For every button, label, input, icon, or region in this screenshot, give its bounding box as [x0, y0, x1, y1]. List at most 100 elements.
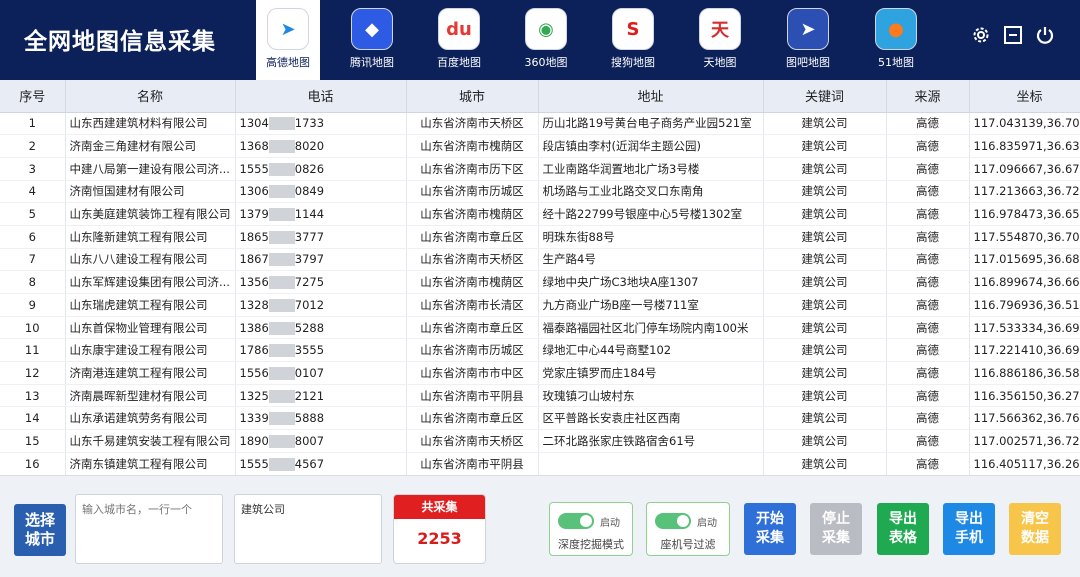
- table-body: 1 山东西建建筑材料有限公司 1304 1733 山东省济南市天桥区 历山北路19号黄台电…: [0, 112, 1080, 475]
- tab-tencent-map[interactable]: ◆ 腾讯地图: [340, 0, 404, 80]
- tab-sogou-map[interactable]: S 搜狗地图: [601, 0, 665, 80]
- table-row[interactable]: 16 济南东镇建筑工程有限公司 1555 4567 山东省济南市平阴县 建筑公司 高德 116…: [0, 452, 1080, 475]
- phone-mask: [268, 230, 295, 244]
- phone-mask: [268, 298, 295, 312]
- table-row[interactable]: 14 山东承诺建筑劳务有限公司 1339 5888 山东省济南市章丘区 区平普路长安袁庄社…: [0, 406, 1080, 431]
- table-cell: 工业南路华润置地北广场3号楼: [538, 157, 764, 181]
- table-cell: 段店镇由李村(近润华主题公园): [538, 134, 764, 158]
- table-cell: 11: [0, 338, 66, 363]
- column-header[interactable]: 来源: [886, 80, 970, 113]
- column-header[interactable]: 序号: [0, 80, 66, 113]
- phone-mask: [268, 117, 295, 131]
- minimize-icon[interactable]: [1002, 24, 1024, 46]
- table-row[interactable]: 10 山东首保物业管理有限公司 1386 5288 山东省济南市章丘区 福泰路福园社区北门…: [0, 316, 1080, 340]
- phone-prefix: 1890: [239, 433, 269, 448]
- table-cell: 九方商业广场B座一号楼711室: [538, 293, 764, 317]
- phone-cell: 1865 3777: [235, 225, 407, 249]
- tab-51-map[interactable]: ● 51地图: [864, 0, 928, 80]
- phone-suffix: 4567: [294, 456, 325, 471]
- table-cell: 山东省济南市槐荫区: [406, 202, 539, 226]
- table-row[interactable]: 4 济南恒国建材有限公司 1306 0849 山东省济南市历城区 机场路与工业北路交叉口东…: [0, 180, 1080, 204]
- tab-tianditu-map[interactable]: 天天地图: [688, 0, 752, 80]
- phone-prefix: 1306: [239, 184, 269, 199]
- deep-mining-toggle-box: 启动 深度挖掘模式: [549, 502, 633, 556]
- city-input[interactable]: [75, 494, 223, 564]
- table-cell: 高德: [886, 134, 970, 158]
- column-header[interactable]: 电话: [235, 80, 407, 113]
- column-header[interactable]: 地址: [538, 80, 764, 113]
- table-row[interactable]: 11 山东康宇建设工程有限公司 1786 3555 山东省济南市历城区 绿地汇中心44号商…: [0, 338, 1080, 363]
- window-controls: [970, 24, 1056, 46]
- table-cell: 山东省济南市槐荫区: [406, 270, 539, 294]
- power-close-icon[interactable]: [1034, 24, 1056, 46]
- phone-cell: 1890 8007: [235, 429, 407, 453]
- landline-filter-toggle-box: 启动 座机号过滤: [646, 502, 730, 556]
- table-row[interactable]: 15 山东千易建筑安装工程有限公司 1890 8007 山东省济南市天桥区 二环北路张家庄…: [0, 429, 1080, 453]
- table-cell: 6: [0, 225, 66, 249]
- tab-360-map[interactable]: ◉ 360地图: [514, 0, 578, 80]
- deep-mining-switch[interactable]: [558, 513, 594, 529]
- tab-label: 腾讯地图: [350, 56, 394, 69]
- clear-data-button[interactable]: 清空 数据: [1009, 503, 1061, 555]
- phone-suffix: 1733: [294, 116, 325, 131]
- phone-suffix: 5888: [294, 411, 325, 426]
- table-header-row: 序号 名称 电话 城市 地址 关键词 来源 坐标: [0, 80, 1080, 113]
- table-cell: 建筑公司: [763, 180, 887, 204]
- export-table-button[interactable]: 导出 表格: [877, 503, 929, 555]
- results-table-container[interactable]: 序号 名称 电话 城市 地址 关键词 来源 坐标 1 山东西建建筑材料有限公司 1304 1733 山…: [0, 80, 1080, 476]
- table-cell: 高德: [886, 452, 970, 475]
- select-city-button[interactable]: 选择 城市: [14, 504, 66, 556]
- table-cell: 高德: [886, 225, 970, 249]
- table-cell: 建筑公司: [763, 134, 887, 158]
- landline-filter-switch[interactable]: [655, 513, 691, 529]
- table-cell: 建筑公司: [763, 112, 887, 136]
- column-header[interactable]: 关键词: [763, 80, 887, 113]
- phone-mask: [268, 185, 295, 199]
- column-header[interactable]: 城市: [406, 80, 539, 113]
- table-cell: 明珠东街88号: [538, 225, 764, 249]
- table-cell: 7: [0, 248, 66, 272]
- table-cell: 山东隆新建筑工程有限公司: [65, 225, 236, 249]
- table-cell: 建筑公司: [763, 225, 887, 249]
- table-cell: 山东省济南市章丘区: [406, 225, 539, 249]
- keyword-input[interactable]: [234, 494, 382, 564]
- column-header[interactable]: 名称: [65, 80, 236, 113]
- table-cell: 玫瑰镇刁山坡村东: [538, 384, 764, 408]
- table-row[interactable]: 5 山东美庭建筑装饰工程有限公司 1379 1144 山东省济南市槐荫区 经十路22799…: [0, 202, 1080, 226]
- phone-mask: [268, 321, 295, 335]
- table-cell: 高德: [886, 384, 970, 408]
- table-cell: 山东省济南市章丘区: [406, 406, 539, 431]
- table-row[interactable]: 6 山东隆新建筑工程有限公司 1865 3777 山东省济南市章丘区 明珠东街88号 建筑公…: [0, 225, 1080, 249]
- table-row[interactable]: 3 中建八局第一建设有限公司济... 1555 0826 山东省济南市历下区 工业南路华润…: [0, 157, 1080, 181]
- table-cell: 山东康宇建设工程有限公司: [65, 338, 236, 363]
- column-header[interactable]: 坐标: [969, 80, 1080, 113]
- results-table: 序号 名称 电话 城市 地址 关键词 来源 坐标 1 山东西建建筑材料有限公司 1304 1733 山…: [0, 80, 1080, 475]
- phone-prefix: 1356: [239, 275, 269, 290]
- table-cell: 建筑公司: [763, 429, 887, 453]
- table-cell: 117.213663,36.72286: [969, 180, 1080, 204]
- tab-gaode-map[interactable]: ➤ 高德地图: [256, 0, 320, 80]
- stop-collect-button[interactable]: 停止 采集: [810, 503, 862, 555]
- phone-prefix: 1368: [239, 139, 269, 154]
- table-row[interactable]: 9 山东瑞虎建筑工程有限公司 1328 7012 山东省济南市长清区 九方商业广场B座一号…: [0, 293, 1080, 317]
- table-cell: 党家庄镇罗而庄184号: [538, 361, 764, 385]
- tab-tuba-map[interactable]: ➤ 图吧地图: [776, 0, 840, 80]
- settings-gear-icon[interactable]: [970, 24, 992, 46]
- table-row[interactable]: 12 济南港连建筑工程有限公司 1556 0107 山东省济南市市中区 党家庄镇罗而庄18…: [0, 361, 1080, 385]
- tab-label: 高德地图: [266, 56, 310, 69]
- phone-mask: [268, 140, 295, 154]
- phone-cell: 1556 0107: [235, 361, 407, 385]
- table-cell: 建筑公司: [763, 338, 887, 363]
- export-phone-button[interactable]: 导出 手机: [943, 503, 995, 555]
- table-row[interactable]: 13 济南晨晖新型建材有限公司 1325 2121 山东省济南市平阴县 玫瑰镇刁山坡村东建…: [0, 384, 1080, 408]
- phone-suffix: 3555: [294, 343, 325, 358]
- start-collect-button[interactable]: 开始 采集: [744, 503, 796, 555]
- table-row[interactable]: 7 山东八八建设工程有限公司 1867 3797 山东省济南市天桥区 生产路4号 建筑公司高…: [0, 248, 1080, 272]
- phone-suffix: 7012: [294, 297, 325, 312]
- tab-baidu-map[interactable]: du 百度地图: [427, 0, 491, 80]
- tuba-map-icon: ➤: [787, 8, 829, 50]
- table-row[interactable]: 8 山东军辉建设集团有限公司济... 1356 7275 山东省济南市槐荫区 绿地中央广场…: [0, 270, 1080, 294]
- table-row[interactable]: 1 山东西建建筑材料有限公司 1304 1733 山东省济南市天桥区 历山北路19号黄台电…: [0, 112, 1080, 136]
- table-cell: 建筑公司: [763, 361, 887, 385]
- table-row[interactable]: 2 济南金三角建材有限公司 1368 8020 山东省济南市槐荫区 段店镇由李村(近润华主…: [0, 134, 1080, 158]
